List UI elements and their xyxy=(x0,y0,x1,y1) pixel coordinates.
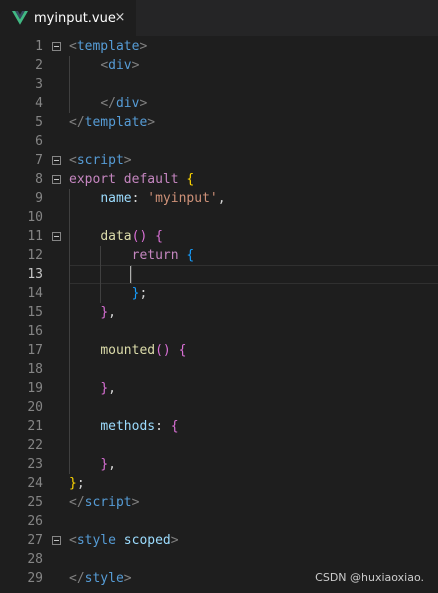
code-line-16[interactable]: 16 xyxy=(0,322,438,341)
code-line-9[interactable]: 9 name: 'myinput', xyxy=(0,189,438,208)
code-line-3[interactable]: 3 xyxy=(0,75,438,94)
code-line-21[interactable]: 21 methods: { xyxy=(0,417,438,436)
line-number: 6 xyxy=(35,134,43,149)
code-line-4[interactable]: 4 </div> xyxy=(0,94,438,113)
code-line-12[interactable]: 12 return { xyxy=(0,246,438,265)
line-number: 10 xyxy=(27,210,43,225)
code-text: mounted() { xyxy=(100,343,187,358)
code-text: }, xyxy=(100,457,116,472)
line-number: 27 xyxy=(27,533,43,548)
line-number: 15 xyxy=(27,305,43,320)
code-line-19[interactable]: 19 }, xyxy=(0,379,438,398)
line-number: 8 xyxy=(35,172,43,187)
line-number: 14 xyxy=(27,286,43,301)
code-text: <script> xyxy=(69,153,132,168)
code-line-13[interactable]: 13 xyxy=(0,265,438,284)
vue-icon xyxy=(12,11,28,25)
fold-icon[interactable] xyxy=(52,536,61,545)
code-text: methods: { xyxy=(100,419,179,434)
code-text: <template> xyxy=(69,39,148,54)
code-text: export default { xyxy=(69,172,195,187)
close-icon[interactable]: × xyxy=(112,10,128,26)
line-number: 9 xyxy=(35,191,43,206)
fold-icon[interactable] xyxy=(52,42,61,51)
code-text: }, xyxy=(100,381,116,396)
code-text: </style> xyxy=(69,571,132,586)
code-editor: myinput.vue × 1 <template> 2 <div> 3 4 </div… xyxy=(0,0,438,593)
indent-guide xyxy=(100,246,101,303)
code-line-26[interactable]: 26 xyxy=(0,512,438,531)
fold-icon[interactable] xyxy=(52,232,61,241)
indent-guide xyxy=(131,265,132,284)
code-line-7[interactable]: 7 <script> xyxy=(0,151,438,170)
code-text: </div> xyxy=(100,96,148,111)
code-text: </template> xyxy=(69,115,156,130)
code-line-11[interactable]: 11 data() { xyxy=(0,227,438,246)
code-line-18[interactable]: 18 xyxy=(0,360,438,379)
code-line-2[interactable]: 2 <div> xyxy=(0,56,438,75)
code-line-6[interactable]: 6 xyxy=(0,132,438,151)
code-area[interactable]: 1 <template> 2 <div> 3 4 </div> 5 </template> 6… xyxy=(0,36,438,593)
code-line-5[interactable]: 5 </template> xyxy=(0,113,438,132)
code-text: <div> xyxy=(100,58,140,73)
code-line-8[interactable]: 8 export default { xyxy=(0,170,438,189)
code-line-24[interactable]: 24}; xyxy=(0,474,438,493)
line-number: 19 xyxy=(27,381,43,396)
code-line-25[interactable]: 25 </script> xyxy=(0,493,438,512)
line-number: 13 xyxy=(27,267,43,282)
code-line-20[interactable]: 20 xyxy=(0,398,438,417)
line-number: 29 xyxy=(27,571,43,586)
indent-guide xyxy=(69,56,70,113)
code-text: data() { xyxy=(100,229,163,244)
line-number: 26 xyxy=(27,514,43,529)
code-line-27[interactable]: 27 <style scoped> xyxy=(0,531,438,550)
code-line-10[interactable]: 10 xyxy=(0,208,438,227)
tab-label: myinput.vue xyxy=(34,10,116,26)
code-text: </script> xyxy=(69,495,140,510)
line-number: 11 xyxy=(27,229,43,244)
line-number: 12 xyxy=(27,248,43,263)
code-text: <style scoped> xyxy=(69,533,179,548)
current-line-highlight xyxy=(69,265,438,284)
indent-guide xyxy=(69,189,70,474)
fold-icon[interactable] xyxy=(52,175,61,184)
line-number: 17 xyxy=(27,343,43,358)
fold-icon[interactable] xyxy=(52,156,61,165)
code-line-22[interactable]: 22 xyxy=(0,436,438,455)
code-text: }; xyxy=(131,286,148,301)
line-number: 3 xyxy=(35,77,43,92)
line-number: 18 xyxy=(27,362,43,377)
line-number: 20 xyxy=(27,400,43,415)
line-number: 23 xyxy=(27,457,43,472)
code-line-23[interactable]: 23 }, xyxy=(0,455,438,474)
line-number: 1 xyxy=(35,39,43,54)
line-number: 22 xyxy=(27,438,43,453)
text-cursor xyxy=(130,266,131,283)
line-number: 2 xyxy=(35,58,43,73)
line-number: 16 xyxy=(27,324,43,339)
line-number: 5 xyxy=(35,115,43,130)
code-line-1[interactable]: 1 <template> xyxy=(0,37,438,56)
line-number: 7 xyxy=(35,153,43,168)
watermark: CSDN @huxiaoxiao. xyxy=(315,571,424,584)
line-number: 21 xyxy=(27,419,43,434)
line-number: 28 xyxy=(27,552,43,567)
line-number: 4 xyxy=(35,96,43,111)
tab-bar: myinput.vue × xyxy=(0,0,438,36)
line-number: 25 xyxy=(27,495,43,510)
code-text: }, xyxy=(100,305,116,320)
line-number: 24 xyxy=(27,476,43,491)
code-line-17[interactable]: 17 mounted() { xyxy=(0,341,438,360)
code-text: name: 'myinput', xyxy=(100,191,226,206)
code-line-28[interactable]: 28 xyxy=(0,550,438,569)
code-text: return { xyxy=(131,248,195,263)
code-text: }; xyxy=(69,476,85,491)
code-line-15[interactable]: 15 }, xyxy=(0,303,438,322)
code-line-14[interactable]: 14 }; xyxy=(0,284,438,303)
